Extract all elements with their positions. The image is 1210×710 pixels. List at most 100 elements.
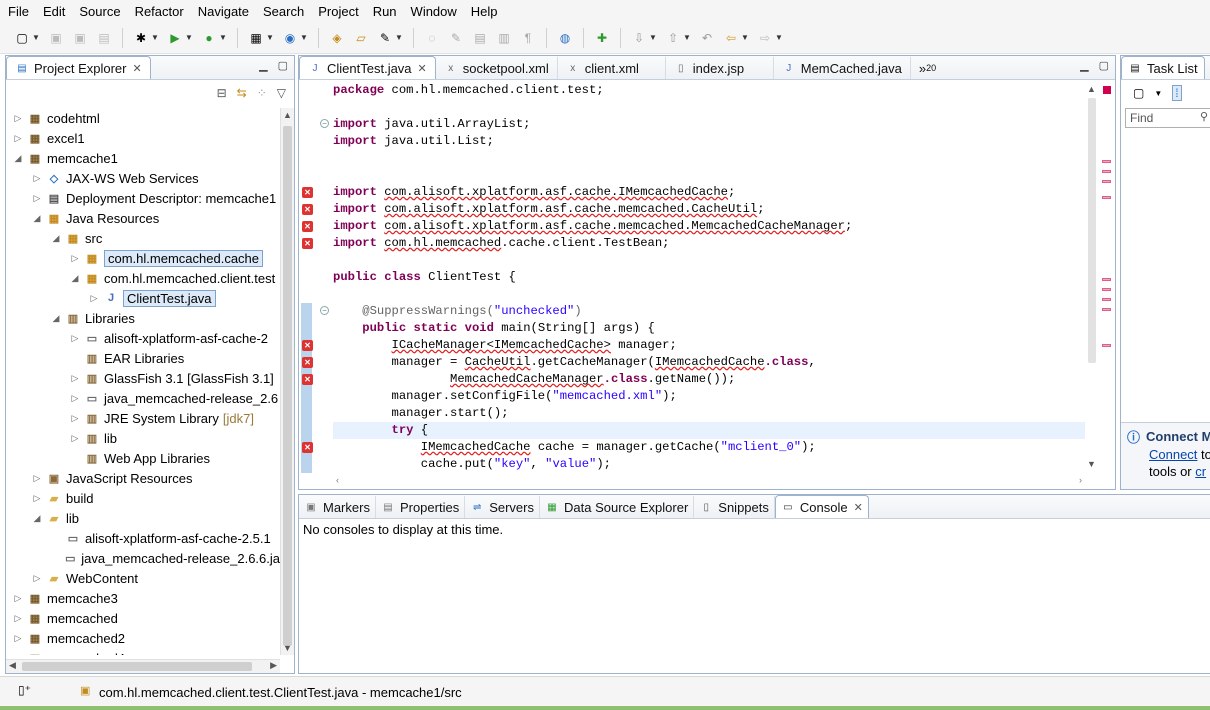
- fast-view-icon[interactable]: ▯⁺: [18, 683, 31, 697]
- chevron-down-icon[interactable]: ▼: [683, 29, 691, 47]
- next-annotation-icon[interactable]: ⇩: [630, 29, 648, 47]
- globe-icon[interactable]: ◍: [556, 29, 574, 47]
- collapsed-arrow-icon[interactable]: ▷: [31, 493, 43, 504]
- menu-item-file[interactable]: File: [8, 4, 29, 19]
- collapsed-arrow-icon[interactable]: ▷: [31, 473, 43, 484]
- chevron-down-icon[interactable]: ▼: [185, 29, 193, 47]
- tab-memcached-java[interactable]: J MemCached.java: [774, 57, 911, 79]
- debug-icon[interactable]: ✱: [132, 29, 150, 47]
- tab-servers[interactable]: ⇌ Servers: [465, 496, 540, 518]
- tab-data-source-explorer[interactable]: ▦ Data Source Explorer: [540, 496, 695, 518]
- error-icon[interactable]: ✕: [302, 357, 313, 368]
- tree-item[interactable]: ▷ ▦ memcached: [6, 608, 280, 628]
- error-icon[interactable]: ✕: [302, 374, 313, 385]
- tree-item[interactable]: ▷ ▦ memcached2: [6, 628, 280, 648]
- explorer-vertical-scrollbar[interactable]: ▲ ▼: [280, 108, 294, 655]
- close-icon[interactable]: ✕: [854, 501, 863, 514]
- scroll-left-icon[interactable]: ◀: [9, 660, 16, 671]
- tree-item[interactable]: ▭ alisoft-xplatform-asf-cache-2.5.1: [6, 528, 280, 548]
- paragraph-icon[interactable]: ¶: [519, 29, 537, 47]
- tree-item[interactable]: ▥ Web App Libraries: [6, 448, 280, 468]
- save-all-icon[interactable]: ▣: [71, 29, 89, 47]
- tree-item[interactable]: ▷ ▰ build: [6, 488, 280, 508]
- print-icon[interactable]: ▤: [95, 29, 113, 47]
- tab-markers[interactable]: ▣ Markers: [299, 496, 376, 518]
- error-marker[interactable]: [1102, 160, 1111, 163]
- tree-item[interactable]: ▷ ▦ memcache3: [6, 588, 280, 608]
- collapsed-arrow-icon[interactable]: ▷: [69, 413, 81, 424]
- prev-annotation-icon[interactable]: ⇧: [664, 29, 682, 47]
- collapsed-arrow-icon[interactable]: ▷: [69, 333, 81, 344]
- editor-vertical-scrollbar[interactable]: ▲ ▼: [1085, 82, 1099, 471]
- tree-item[interactable]: ▷ ▥ lib: [6, 428, 280, 448]
- tab-project-explorer[interactable]: ▤ Project Explorer ✕: [6, 56, 151, 79]
- minimize-icon[interactable]: ▁: [1080, 59, 1088, 72]
- tree-item[interactable]: ◢ ▥ Libraries: [6, 308, 280, 328]
- scroll-left-icon[interactable]: ‹: [336, 475, 339, 485]
- find-input[interactable]: Find ⚲: [1125, 108, 1210, 128]
- maximize-icon[interactable]: ▢: [1099, 59, 1109, 72]
- tree-item[interactable]: ▷ ▭ alisoft-xplatform-asf-cache-2: [6, 328, 280, 348]
- maximize-icon[interactable]: ▢: [278, 59, 288, 72]
- scroll-right-icon[interactable]: ›: [1079, 475, 1082, 485]
- chevron-down-icon[interactable]: ▼: [266, 29, 274, 47]
- pencil-icon[interactable]: ✎: [376, 29, 394, 47]
- collapsed-arrow-icon[interactable]: ▷: [69, 433, 81, 444]
- tab-properties[interactable]: ▤ Properties: [376, 496, 466, 518]
- tree-item[interactable]: ▷ ▣ JavaScript Resources: [6, 468, 280, 488]
- expanded-arrow-icon[interactable]: ◢: [31, 513, 43, 524]
- error-icon[interactable]: ✕: [302, 340, 313, 351]
- collapsed-arrow-icon[interactable]: ▷: [12, 633, 24, 644]
- tree-item[interactable]: ◢ ▦ com.hl.memcached.client.test: [6, 268, 280, 288]
- collapsed-arrow-icon[interactable]: ▷: [69, 253, 81, 264]
- run-icon[interactable]: ▶: [166, 29, 184, 47]
- explorer-horizontal-scrollbar[interactable]: ◀ ▶: [6, 659, 280, 673]
- error-summary-icon[interactable]: [1103, 86, 1111, 94]
- tab-client-xml[interactable]: x client.xml: [558, 57, 666, 79]
- tab-clienttest-java[interactable]: J ClientTest.java ✕: [299, 56, 436, 79]
- open-folder-icon[interactable]: ▱: [352, 29, 370, 47]
- scroll-up-icon[interactable]: ▲: [283, 110, 292, 120]
- chevron-down-icon[interactable]: ▼: [775, 29, 783, 47]
- connect-link[interactable]: Connect: [1149, 447, 1197, 462]
- new-icon[interactable]: ▢: [13, 29, 31, 47]
- menu-item-search[interactable]: Search: [263, 4, 304, 19]
- tree-item[interactable]: ◢ ▦ memcache1: [6, 148, 280, 168]
- minimize-icon[interactable]: ▁: [259, 59, 267, 72]
- menu-item-run[interactable]: Run: [373, 4, 397, 19]
- collapsed-arrow-icon[interactable]: ▷: [31, 173, 43, 184]
- error-marker[interactable]: [1102, 298, 1111, 301]
- collapsed-arrow-icon[interactable]: ▷: [31, 193, 43, 204]
- toggle-mark-icon[interactable]: ◌: [423, 29, 441, 47]
- show-whitespace-icon[interactable]: ▤: [471, 29, 489, 47]
- collapsed-arrow-icon[interactable]: ▷: [12, 593, 24, 604]
- tree-item[interactable]: ◢ ▰ lib: [6, 508, 280, 528]
- tree-item[interactable]: ▷ J ClientTest.java: [6, 288, 280, 308]
- collapsed-arrow-icon[interactable]: ▷: [69, 373, 81, 384]
- categorize-icon[interactable]: ⁞: [1172, 85, 1182, 101]
- tab-console[interactable]: ▭ Console ✕: [774, 495, 869, 518]
- expanded-arrow-icon[interactable]: ◢: [50, 313, 62, 324]
- expanded-arrow-icon[interactable]: ◢: [12, 153, 24, 164]
- chevron-down-icon[interactable]: ▼: [300, 29, 308, 47]
- chevron-down-icon[interactable]: ▼: [1154, 89, 1162, 98]
- fold-icon[interactable]: −: [320, 306, 329, 315]
- new-task-icon[interactable]: ▢: [1133, 86, 1144, 100]
- error-icon[interactable]: ✕: [302, 442, 313, 453]
- tab-snippets[interactable]: ▯ Snippets: [694, 496, 775, 518]
- tree-item[interactable]: ▷ ▤ Deployment Descriptor: memcache1: [6, 188, 280, 208]
- close-icon[interactable]: ✕: [418, 62, 427, 75]
- chevron-down-icon[interactable]: ▼: [741, 29, 749, 47]
- tree-item[interactable]: ▷ ▭ java_memcached-release_2.6: [6, 388, 280, 408]
- error-marker[interactable]: [1102, 278, 1111, 281]
- scroll-up-icon[interactable]: ▲: [1087, 84, 1096, 94]
- menu-item-navigate[interactable]: Navigate: [198, 4, 249, 19]
- link-editor-icon[interactable]: ⇆: [237, 86, 247, 100]
- tree-item[interactable]: ▷ ◇ JAX-WS Web Services: [6, 168, 280, 188]
- tree-item[interactable]: ▥ EAR Libraries: [6, 348, 280, 368]
- expanded-arrow-icon[interactable]: ◢: [69, 273, 81, 284]
- forward-arrow-icon[interactable]: ⇨: [756, 29, 774, 47]
- menu-item-project[interactable]: Project: [318, 4, 358, 19]
- error-marker[interactable]: [1102, 288, 1111, 291]
- tree-item[interactable]: ▷ ▥ JRE System Library [jdk7]: [6, 408, 280, 428]
